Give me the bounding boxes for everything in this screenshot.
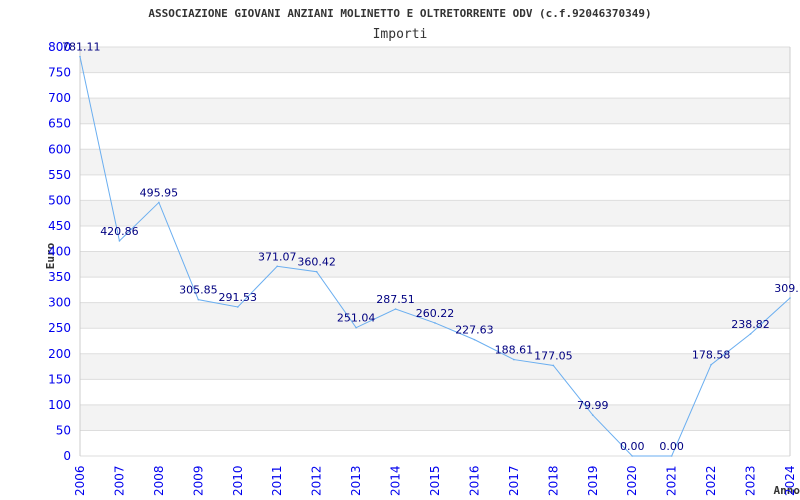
y-tick-label: 700	[48, 91, 71, 105]
x-tick-label: 2013	[349, 465, 363, 496]
x-tick-label: 2017	[507, 465, 521, 496]
line-chart: ASSOCIAZIONE GIOVANI ANZIANI MOLINETTO E…	[44, 7, 800, 497]
data-label: 227.63	[455, 324, 494, 337]
x-tick-label: 2016	[467, 465, 481, 496]
data-point	[236, 306, 239, 308]
data-point	[197, 298, 200, 301]
chart-subtitle: Importi	[373, 27, 428, 42]
x-tick-label: 2021	[665, 465, 679, 496]
x-tick-label: 2011	[270, 465, 284, 496]
data-point	[79, 55, 81, 58]
data-point	[394, 308, 397, 310]
data-label: 371.07	[258, 250, 297, 263]
data-label: 287.51	[376, 293, 415, 306]
x-tick-label: 2020	[625, 465, 639, 496]
y-tick-label: 300	[48, 296, 71, 310]
grid-band	[80, 353, 790, 380]
data-label: 251.04	[337, 312, 376, 325]
y-tick-label: 150	[48, 372, 71, 386]
data-label: 178.58	[692, 349, 731, 362]
x-tick-label: 2006	[73, 465, 87, 496]
data-point	[473, 338, 476, 341]
data-point	[789, 297, 791, 299]
x-tick-label: 2019	[586, 465, 600, 496]
data-label: 0.00	[659, 440, 684, 453]
data-point	[591, 414, 594, 416]
data-label: 495.95	[140, 186, 179, 199]
data-point	[276, 265, 279, 268]
data-label: 291.53	[219, 291, 258, 304]
y-tick-label: 450	[48, 219, 71, 233]
grid-band	[80, 149, 790, 175]
y-tick-label: 250	[48, 321, 71, 335]
y-tick-label: 50	[56, 423, 71, 437]
data-point	[158, 201, 160, 204]
x-tick-label: 2024	[783, 465, 797, 496]
data-point	[434, 322, 436, 324]
x-tick-label: 2023	[744, 465, 758, 496]
grid-band	[80, 98, 790, 124]
data-label: 177.05	[534, 349, 573, 362]
y-tick-label: 200	[48, 347, 71, 361]
data-point	[631, 455, 634, 457]
y-tick-label: 350	[48, 270, 71, 284]
data-label: 260.22	[416, 307, 455, 320]
data-label: 188.61	[495, 344, 534, 357]
grid-band	[80, 47, 790, 73]
data-label: 420.86	[100, 225, 139, 238]
data-point	[670, 455, 673, 457]
chart-title: ASSOCIAZIONE GIOVANI ANZIANI MOLINETTO E…	[148, 7, 651, 20]
y-tick-label: 750	[48, 66, 71, 80]
data-point	[749, 333, 752, 335]
data-label: 781.11	[62, 41, 101, 54]
x-tick-label: 2007	[112, 465, 126, 496]
y-tick-label: 650	[48, 117, 71, 131]
x-tick-label: 2010	[231, 465, 245, 496]
data-label: 305.85	[179, 284, 218, 297]
data-point	[355, 326, 357, 329]
grid-band	[80, 404, 790, 431]
y-tick-label: 500	[48, 193, 71, 207]
x-tick-label: 2022	[704, 465, 718, 496]
x-tick-label: 2014	[389, 465, 403, 496]
data-point	[315, 270, 318, 273]
data-label: 238.82	[731, 318, 770, 331]
data-label: 309.1	[774, 282, 800, 295]
data-point	[513, 358, 515, 361]
y-tick-label: 400	[48, 245, 71, 259]
data-label: 0.00	[620, 440, 645, 453]
data-point	[710, 363, 712, 366]
y-tick-label: 100	[48, 398, 71, 412]
data-point	[552, 364, 555, 367]
data-label: 360.42	[297, 256, 336, 269]
x-tick-label: 2008	[152, 465, 166, 496]
data-point	[118, 240, 121, 242]
x-tick-label: 2009	[191, 465, 205, 496]
data-label: 79.99	[577, 399, 609, 412]
x-tick-label: 2015	[428, 465, 442, 496]
grid-band	[80, 200, 790, 226]
x-tick-label: 2012	[310, 465, 324, 496]
grid-band	[80, 251, 790, 278]
y-tick-label: 600	[48, 142, 71, 156]
y-tick-label: 550	[48, 168, 71, 182]
x-tick-label: 2018	[546, 465, 560, 496]
y-tick-label: 0	[63, 449, 71, 463]
